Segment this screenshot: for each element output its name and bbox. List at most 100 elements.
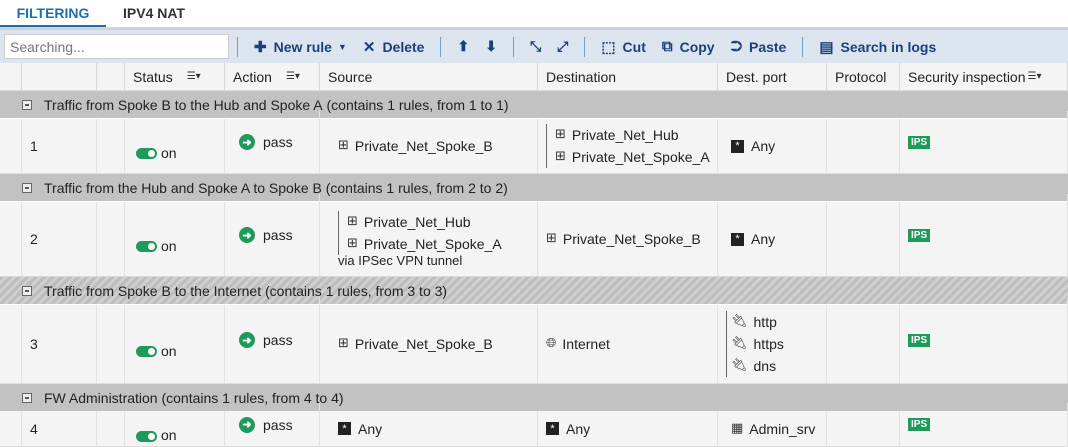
expand-all-button[interactable]: ⤢ — [557, 38, 568, 55]
dest-port-cell[interactable]: *Any — [718, 202, 827, 276]
destination-cell[interactable]: ⊞Private_Net_Hub⊞Private_Net_Spoke_A — [538, 119, 718, 173]
search-input[interactable] — [4, 34, 229, 59]
ips-badge: IPS — [908, 136, 930, 149]
source-cell[interactable]: ⊞Private_Net_Spoke_B — [320, 119, 538, 173]
status-cell[interactable]: on — [125, 305, 225, 383]
object-item[interactable]: ⊞Private_Net_Spoke_A — [347, 233, 537, 255]
rule-number: 1 — [22, 119, 97, 173]
object-label: Private_Net_Hub — [364, 211, 471, 233]
object-item[interactable]: 🔌︎dns — [731, 355, 826, 377]
header-status-label: Status — [133, 69, 173, 85]
action-cell[interactable]: ➜pass — [225, 111, 320, 173]
copy-button[interactable]: ⧉Copy — [662, 38, 715, 55]
object-label: https — [754, 333, 784, 355]
network-icon: ⊞ — [347, 211, 358, 233]
any-icon: * — [338, 422, 351, 435]
cut-button[interactable]: ⬚Cut — [601, 38, 646, 56]
toggle-on-icon[interactable] — [136, 241, 157, 252]
header-security[interactable]: Security inspection☰▾ — [900, 63, 1068, 90]
paste-button[interactable]: ⮊Paste — [731, 38, 787, 55]
toggle-on-icon[interactable] — [136, 148, 157, 159]
new-rule-button[interactable]: ✚New rule▼ — [254, 38, 347, 56]
object-item[interactable]: ⊞Private_Net_Hub — [555, 124, 717, 146]
status-cell[interactable]: on — [125, 202, 225, 276]
header-destination[interactable]: Destination — [538, 63, 718, 90]
tab-filtering[interactable]: FILTERING — [0, 0, 106, 27]
object-item[interactable]: *Any — [731, 135, 826, 157]
security-cell[interactable]: IPS — [900, 194, 1068, 276]
status-cell[interactable]: on — [125, 119, 225, 173]
dest-port-cell[interactable]: ▦Admin_srv — [718, 411, 827, 446]
object-item[interactable]: ⊞Private_Net_Spoke_A — [555, 146, 717, 168]
destination-cell[interactable]: ⊞Private_Net_Spoke_B — [538, 202, 718, 276]
move-down-button[interactable]: ⬇ — [485, 38, 497, 55]
object-item[interactable]: *Any — [546, 418, 717, 440]
header-cell — [0, 63, 22, 90]
source-cell[interactable]: ⊞Private_Net_Hub⊞Private_Net_Spoke_Avia … — [320, 202, 538, 276]
object-item[interactable]: ⊞ Private_Net_Hub — [347, 211, 537, 233]
header-status[interactable]: Status ☰▾ — [125, 63, 225, 90]
plug-icon: 🔌︎ — [731, 355, 748, 377]
status-label: on — [161, 427, 177, 443]
table-row[interactable]: 3 on ➜pass ⊞Private_Net_Spoke_B 🌐︎Intern… — [0, 305, 1068, 384]
collapse-icon[interactable] — [22, 183, 32, 193]
object-item[interactable]: ⊞Private_Net_Spoke_B — [546, 228, 717, 250]
chevron-down-icon: ▼ — [338, 42, 347, 52]
divider — [237, 37, 238, 57]
collapse-icon[interactable] — [22, 100, 32, 110]
protocol-cell[interactable] — [827, 305, 900, 383]
header-protocol[interactable]: Protocol — [827, 63, 900, 90]
table-row[interactable]: 4 on ➜pass *Any *Any ▦Admin_srv IPS — [0, 411, 1068, 447]
delete-label: Delete — [382, 39, 424, 55]
object-item[interactable]: ⊞Private_Net_Spoke_B — [338, 135, 537, 157]
source-cell[interactable]: *Any — [320, 411, 538, 446]
security-cell[interactable]: IPS — [900, 297, 1068, 383]
toggle-on-icon[interactable] — [136, 431, 157, 442]
object-item[interactable]: 🔌︎https — [731, 333, 826, 355]
object-item[interactable]: *Any — [338, 418, 537, 440]
security-cell[interactable]: IPS — [900, 403, 1068, 446]
status-cell[interactable]: on — [125, 411, 225, 446]
move-up-button[interactable]: ⬆ — [457, 38, 469, 55]
protocol-cell[interactable] — [827, 119, 900, 173]
destination-cell[interactable]: *Any — [538, 411, 718, 446]
collapse-icon[interactable] — [22, 393, 32, 403]
toggle-on-icon[interactable] — [136, 346, 157, 357]
source-cell[interactable]: ⊞Private_Net_Spoke_B — [320, 305, 538, 383]
filter-sort-icon[interactable]: ☰▾ — [187, 71, 201, 82]
action-cell[interactable]: ➜pass — [225, 297, 320, 383]
dest-port-cell[interactable]: *Any — [718, 119, 827, 173]
any-icon: * — [731, 233, 744, 246]
table-row[interactable]: 2 on ➜pass ⊞Private_Net_Hub⊞Private_Net_… — [0, 202, 1068, 277]
object-label: Any — [566, 418, 590, 440]
collapse-all-button[interactable]: ⤡ — [530, 38, 541, 55]
filter-sort-icon[interactable]: ☰▾ — [286, 71, 300, 82]
divider — [584, 37, 585, 57]
collapse-icon[interactable] — [22, 286, 32, 296]
object-item[interactable]: *Any — [731, 228, 826, 250]
pass-arrow-icon: ➜ — [239, 227, 255, 243]
protocol-cell[interactable] — [827, 202, 900, 276]
header-action[interactable]: Action☰▾ — [225, 63, 320, 90]
table-row[interactable]: 1 on ➜pass ⊞Private_Net_Spoke_B ⊞Private… — [0, 119, 1068, 174]
cell — [97, 202, 125, 276]
delete-button[interactable]: ✕Delete — [363, 38, 425, 56]
object-label: http — [754, 311, 777, 333]
object-label: Private_Net_Hub — [572, 124, 679, 146]
security-cell[interactable]: IPS — [900, 111, 1068, 173]
header-dest-port[interactable]: Dest. port — [718, 63, 827, 90]
object-item[interactable]: 🔌︎http — [731, 311, 826, 333]
dest-port-cell[interactable]: 🔌︎http🔌︎https🔌︎dns — [718, 305, 827, 383]
object-item[interactable]: ▦Admin_srv — [731, 418, 826, 440]
header-source[interactable]: Source — [320, 63, 538, 90]
action-cell[interactable]: ➜pass — [225, 403, 320, 446]
protocol-cell[interactable] — [827, 411, 900, 446]
logs-icon: ▤ — [819, 38, 833, 56]
destination-cell[interactable]: 🌐︎Internet — [538, 305, 718, 383]
action-cell[interactable]: ➜pass — [225, 194, 320, 276]
search-in-logs-button[interactable]: ▤Search in logs — [819, 38, 936, 56]
object-item[interactable]: ⊞Private_Net_Spoke_B — [338, 333, 537, 355]
tab-ipv4-nat[interactable]: IPV4 NAT — [106, 0, 202, 27]
object-item[interactable]: 🌐︎Internet — [546, 333, 717, 355]
filter-sort-icon[interactable]: ☰▾ — [1028, 71, 1042, 82]
